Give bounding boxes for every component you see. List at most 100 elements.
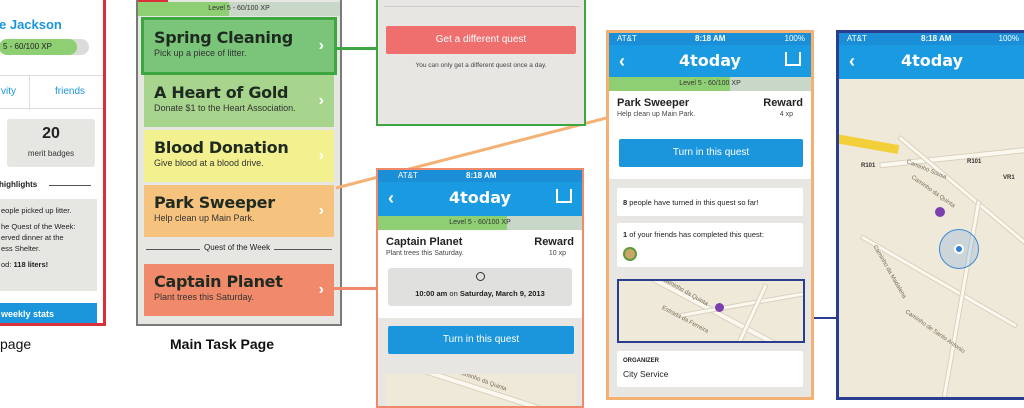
friend-avatar[interactable] [623, 247, 637, 261]
event-on: on [449, 289, 458, 298]
highlight-line: erved dinner at the [1, 233, 64, 242]
map-pin-icon[interactable] [935, 207, 945, 217]
full-map[interactable]: R101 R101 VR1 Caminho Sousa Caminho da Q… [839, 79, 1024, 397]
app-title: 4today [679, 51, 741, 70]
level-bar: Level 5 - 60/100 XP [609, 77, 811, 91]
quest-subtitle: Donate $1 to the Heart Association. [154, 103, 296, 113]
highway [839, 132, 900, 155]
app-title: 4today [901, 51, 963, 70]
nav-bar: ‹ 4today [378, 182, 582, 216]
road-label: VR1 [1003, 175, 1015, 181]
different-quest-note: You can only get a different quest once … [415, 62, 547, 69]
chevron-right-icon: › [318, 147, 324, 164]
event-time-box: 10:00 am on Saturday, March 9, 2013 [388, 268, 572, 306]
highlight-line: eople picked up litter. [1, 206, 72, 215]
clock: 8:18 AM [695, 34, 726, 43]
divider [49, 185, 91, 186]
weekly-stats-button[interactable]: weekly stats [0, 303, 97, 323]
event-time-line: 10:00 am on Saturday, March 9, 2013 [388, 289, 572, 298]
connector-green [334, 47, 378, 50]
highlight-line: he Quest of the Week: [1, 222, 76, 231]
map-thumbnail[interactable]: Caminho da Quinta [386, 374, 576, 406]
quest-subtitle: Give blood at a blood drive. [154, 158, 264, 168]
highlight-line: od: [1, 260, 14, 269]
connector-red [334, 287, 380, 290]
reward-label: Reward [534, 236, 574, 248]
quest-options-frame: Get a different quest You can only get a… [376, 0, 586, 126]
captain-planet-screen: AT&T 8:18 AM ‹ 4today Level 5 - 60/100 X… [376, 168, 584, 408]
quest-subtitle: Help clean up Main Park. [617, 111, 696, 118]
profile-page-frame: e Jackson 5 - 60/100 XP vity friends 20 … [0, 0, 106, 326]
profile-tabs: vity friends [0, 75, 103, 110]
app-title: 4today [449, 188, 511, 207]
week-quest-item[interactable]: Captain Planet Plant trees this Saturday… [144, 264, 334, 316]
quest-subtitle: Plant trees this Saturday. [386, 250, 464, 257]
share-icon[interactable] [556, 189, 572, 203]
profile-caption: page [0, 336, 32, 352]
quest-title: Park Sweeper [154, 193, 275, 212]
level-bar: Level 5 - 60/100 XP [378, 216, 582, 230]
current-location-icon [954, 244, 964, 254]
quest-title: A Heart of Gold [154, 83, 289, 102]
road-label: R101 [967, 159, 982, 165]
clock-icon [476, 272, 485, 281]
quest-detail-card: Captain Planet Plant trees this Saturday… [378, 230, 582, 318]
organizer-value: City Service [623, 369, 669, 379]
level-bar: Level 5 - 60/100 XP [138, 2, 340, 16]
reward-value: 4 xp [779, 111, 793, 118]
highlight-line: ess Shelter. [1, 244, 41, 253]
quest-item[interactable]: Blood Donation Give blood at a blood driv… [144, 130, 334, 182]
quest-item[interactable]: A Heart of Gold Donate $1 to the Heart As… [144, 75, 334, 127]
chevron-right-icon: › [318, 37, 324, 54]
battery: 100% [998, 34, 1019, 43]
chevron-right-icon: › [318, 281, 324, 298]
merit-count: 20 [42, 125, 60, 142]
highlight-value: 118 liters! [13, 260, 49, 269]
highlights-heading: highlights [0, 180, 38, 189]
tab-activity[interactable]: vity [1, 86, 16, 97]
event-time: 10:00 am [415, 289, 448, 298]
nav-bar: ‹ 4today [839, 45, 1024, 79]
clock: 8:18 AM [921, 34, 952, 43]
friends-card: 1 of your friends has completed this que… [617, 223, 803, 267]
quest-item[interactable]: Park Sweeper Help clean up Main Park. › [144, 185, 334, 237]
quest-title: Captain Planet [386, 236, 463, 248]
quest-subtitle: Help clean up Main Park. [154, 213, 255, 223]
quest-of-week-label: Quest of the Week [200, 243, 275, 252]
quest-title: Captain Planet [154, 272, 283, 291]
organizer-card: ORGANIZER City Service [617, 351, 803, 387]
merit-badge-card: 20 merit badges [7, 119, 95, 167]
park-sweeper-screen: AT&T 8:18 AM 100% ‹ 4today Level 5 - 60/… [606, 30, 814, 400]
turn-in-button[interactable]: Turn in this quest [619, 139, 803, 167]
level-text: Level 5 - 60/100 XP [449, 219, 511, 226]
different-quest-button[interactable]: Get a different quest [386, 26, 576, 54]
battery: 100% [784, 34, 805, 43]
quest-subtitle: Pick up a piece of litter. [154, 48, 247, 58]
carrier: AT&T [398, 171, 418, 180]
turn-in-button[interactable]: Turn in this quest [388, 326, 574, 354]
level-text: Level 5 - 60/100 XP [679, 80, 741, 87]
chevron-right-icon: › [318, 202, 324, 219]
quest-item[interactable]: Spring Cleaning Pick up a piece of litter… [141, 17, 337, 75]
carrier: AT&T [847, 34, 867, 43]
profile-name: e Jackson [0, 17, 62, 32]
people-count: 8 [623, 198, 628, 207]
clock: 8:18 AM [466, 171, 497, 180]
merit-label: merit badges [27, 149, 75, 158]
carrier: AT&T [617, 34, 637, 43]
map-pin-icon[interactable] [715, 303, 724, 312]
tab-friends[interactable]: friends [55, 86, 85, 97]
event-date: Saturday, March 9, 2013 [459, 289, 545, 298]
friends-count: 1 [623, 230, 628, 239]
share-icon[interactable] [785, 52, 801, 66]
quest-title: Blood Donation [154, 138, 289, 157]
reward-value: 10 xp [548, 250, 566, 257]
nav-bar: ‹ 4today [609, 45, 811, 79]
road-label: R101 [861, 163, 876, 169]
status-bar: AT&T 8:18 AM 100% [839, 33, 1024, 45]
map-thumbnail[interactable]: Caminho da Quinta Estrada da Ferreira [617, 279, 805, 343]
status-bar: AT&T 8:18 AM [378, 170, 582, 182]
quest-title: Park Sweeper [617, 97, 690, 109]
quest-title: Spring Cleaning [154, 28, 293, 47]
chevron-right-icon: › [318, 92, 324, 109]
